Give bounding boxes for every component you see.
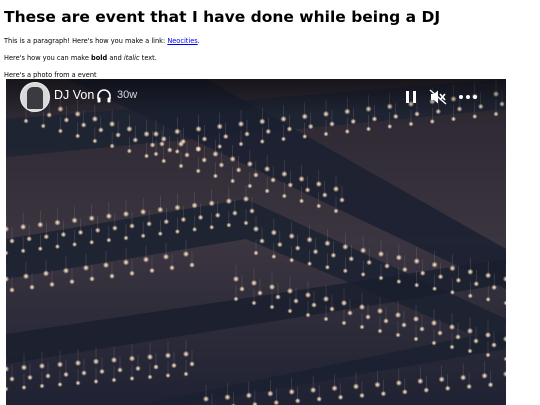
bold-text: bold [91,54,108,62]
story-author[interactable]: DJ Von [54,88,94,102]
headphones-icon [97,89,111,103]
paragraph-end: . [197,37,200,45]
paragraph-link: This is a paragraph! Here's how you make… [4,37,536,46]
formatting-prefix: Here's how you can make [4,54,92,62]
italic-text: italic [123,54,140,62]
ceiling-lights-image [6,79,506,405]
formatting-middle: and [107,54,124,62]
pause-icon[interactable] [404,89,418,105]
more-icon[interactable] [458,89,478,105]
page: These are event that I have done while b… [0,0,540,80]
neocities-link[interactable]: Neocities [167,37,197,45]
paragraph-text: This is a paragraph! Here's how you make… [4,37,168,45]
formatting-suffix: text. [139,54,157,62]
page-title: These are event that I have done while b… [4,8,441,26]
story-time: 30w [117,89,138,101]
event-photo: DJ Von 30w [6,79,506,405]
paragraph-formatting: Here's how you can make bold and italic … [4,54,536,63]
avatar[interactable] [20,82,50,112]
mute-icon[interactable] [429,89,447,105]
